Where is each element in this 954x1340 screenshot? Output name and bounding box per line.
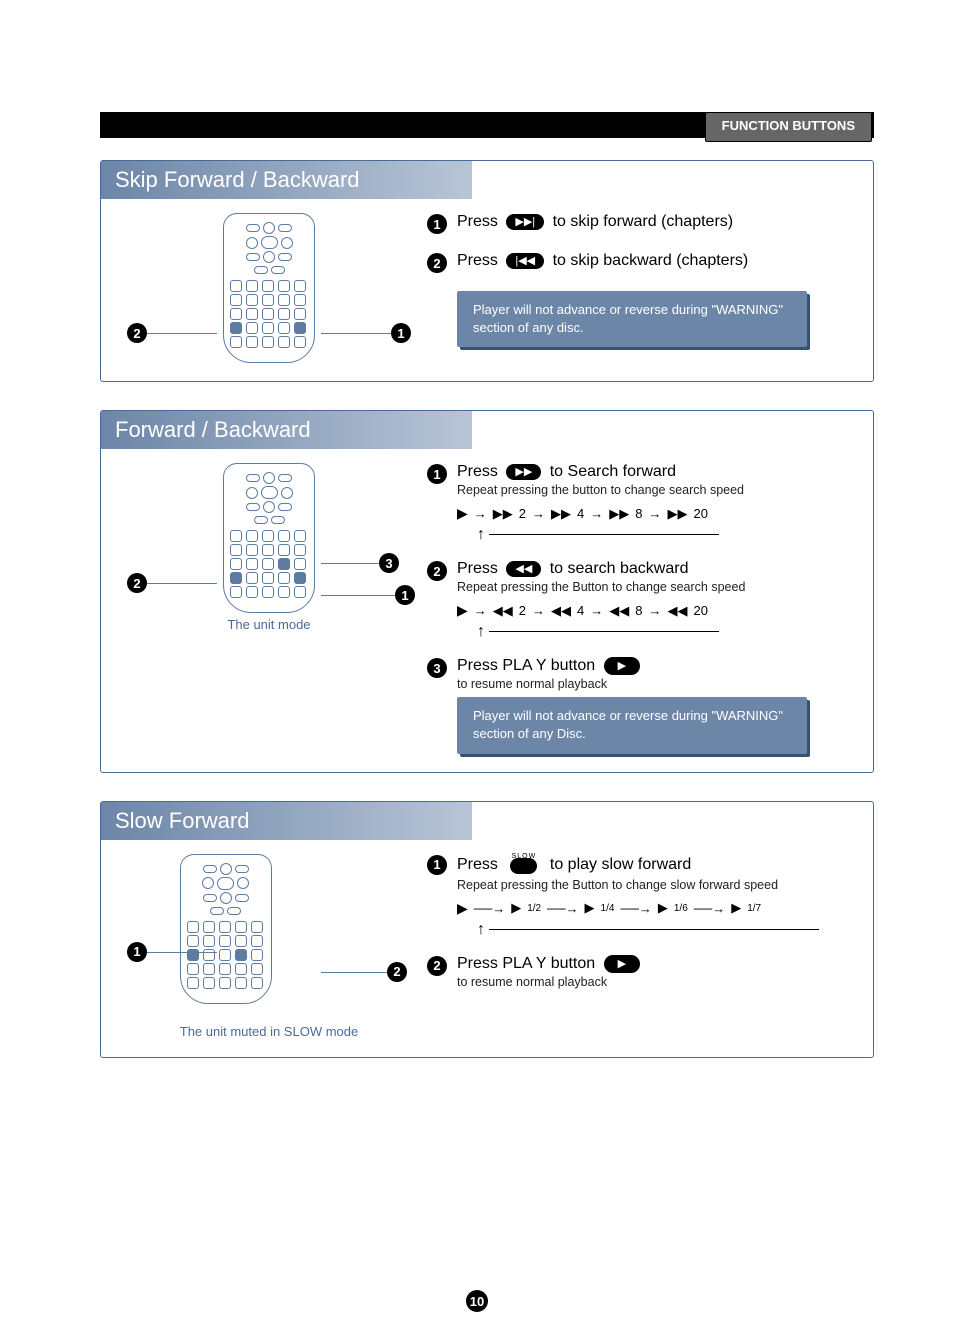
callout-badge-1: 1 — [395, 585, 415, 605]
slow-steps: 1 Press SLOW to play slow forward Repeat… — [419, 854, 855, 1007]
play-icon: ▶ — [604, 657, 640, 675]
fwd-note: Player will not advance or reverse durin… — [457, 697, 807, 753]
fwd-step3a: Press PLA Y button — [457, 657, 595, 674]
callout-line — [321, 972, 387, 973]
slow-step1a: to play slow forward — [550, 856, 691, 873]
callout-line-1 — [321, 333, 391, 334]
press-label: Press — [457, 856, 498, 873]
slow-step2b: to resume normal playback — [457, 975, 855, 989]
slow-step2a: Press PLA Y button — [457, 955, 595, 972]
remote-control-illustration — [180, 854, 272, 1004]
function-buttons-label: FUNCTION BUTTONS — [722, 118, 855, 133]
skip-step1-text: to skip forward (chapters) — [553, 213, 734, 230]
step-badge-2: 2 — [427, 253, 447, 273]
frac-val: 1/7 — [747, 903, 761, 914]
callout-badge-1: 1 — [391, 323, 411, 343]
skip-steps: 1 Press ▶▶| to skip forward (chapters) 2… — [419, 213, 855, 347]
slow-title: Slow Forward — [101, 802, 472, 840]
callout-badge-1: 1 — [127, 942, 147, 962]
fwd-step1b: Repeat pressing the button to change sea… — [457, 483, 855, 497]
speed-val: 8 — [635, 506, 642, 521]
callout-badge-2: 2 — [127, 323, 147, 343]
speed-val: 8 — [635, 603, 642, 618]
press-label: Press — [457, 560, 498, 577]
rewind-icon: ◀◀ — [506, 561, 541, 577]
bwd-speed-row: ▶→ ◀◀2→ ◀◀4→ ◀◀8→ ◀◀20 — [457, 602, 855, 619]
callout-line — [147, 952, 217, 953]
skip-title: Skip Forward / Backward — [101, 161, 472, 199]
fwd-remote-area: 2 3 1 — [119, 463, 419, 632]
slow-speed-row: ▶──→ ▶1/2──→ ▶1/4──→ ▶1/6──→ ▶1/7 — [457, 900, 855, 917]
callout-badge-2: 2 — [387, 962, 407, 982]
press-label: Press — [457, 463, 498, 480]
callout-line-2 — [147, 333, 217, 334]
step-badge-3: 3 — [427, 658, 447, 678]
speed-val: 2 — [519, 506, 526, 521]
speed-val: 20 — [693, 506, 707, 521]
frac-val: 1/6 — [674, 903, 688, 914]
speed-val: 2 — [519, 603, 526, 618]
loopback-arrow: ↑ — [457, 526, 855, 548]
step-badge-1: 1 — [427, 214, 447, 234]
fwd-panel: Forward / Backward 2 3 1 — [100, 410, 874, 773]
frac-val: 1/2 — [527, 903, 541, 914]
callout-badge-2: 2 — [127, 573, 147, 593]
skip-panel: Skip Forward / Backward 2 1 — [100, 160, 874, 382]
fwd-step2a: to search backward — [550, 560, 689, 577]
skip-backward-icon: |◀◀ — [506, 253, 544, 269]
fwd-step3b: to resume normal playback — [457, 677, 855, 691]
slow-remote-area: 1 2 The unit mu — [119, 854, 419, 1039]
skip-forward-icon: ▶▶| — [506, 214, 544, 230]
fwd-step1a: to Search forward — [550, 463, 676, 480]
skip-note: Player will not advance or reverse durin… — [457, 291, 807, 347]
fast-forward-icon: ▶▶ — [506, 464, 541, 480]
skip-step2-text: to skip backward (chapters) — [553, 252, 749, 269]
fwd-step2b: Repeat pressing the Button to change sea… — [457, 580, 855, 594]
remote-control-illustration — [223, 463, 315, 613]
step-badge-2: 2 — [427, 561, 447, 581]
slow-button-icon — [510, 858, 537, 874]
loopback-arrow: ↑ — [457, 623, 855, 645]
remote-control-illustration — [223, 213, 315, 363]
function-buttons-badge: FUNCTION BUTTONS — [705, 112, 872, 142]
frac-val: 1/4 — [601, 903, 615, 914]
loopback-arrow: ↑ — [457, 921, 855, 943]
fwd-title: Forward / Backward — [101, 411, 472, 449]
slow-step1b: Repeat pressing the Button to change slo… — [457, 878, 855, 892]
speed-val: 20 — [693, 603, 707, 618]
callout-line — [321, 563, 379, 564]
callout-line — [321, 595, 395, 596]
page-number: 10 — [466, 1290, 488, 1312]
callout-line — [147, 583, 217, 584]
slow-caption: The unit muted in SLOW mode — [180, 1024, 358, 1039]
press-label: Press — [457, 252, 498, 269]
callout-badge-3: 3 — [379, 553, 399, 573]
step-badge-1: 1 — [427, 855, 447, 875]
fwd-caption: The unit mode — [223, 617, 315, 632]
step-badge-1: 1 — [427, 464, 447, 484]
speed-val: 4 — [577, 506, 584, 521]
play-icon: ▶ — [604, 955, 640, 973]
speed-val: 4 — [577, 603, 584, 618]
press-label: Press — [457, 213, 498, 230]
fwd-speed-row: ▶→ ▶▶2→ ▶▶4→ ▶▶8→ ▶▶20 — [457, 505, 855, 522]
slow-panel: Slow Forward 1 2 — [100, 801, 874, 1058]
skip-remote-area: 2 1 — [119, 213, 419, 363]
fwd-steps: 1 Press ▶▶ to Search forward Repeat pres… — [419, 463, 855, 754]
step-badge-2: 2 — [427, 956, 447, 976]
